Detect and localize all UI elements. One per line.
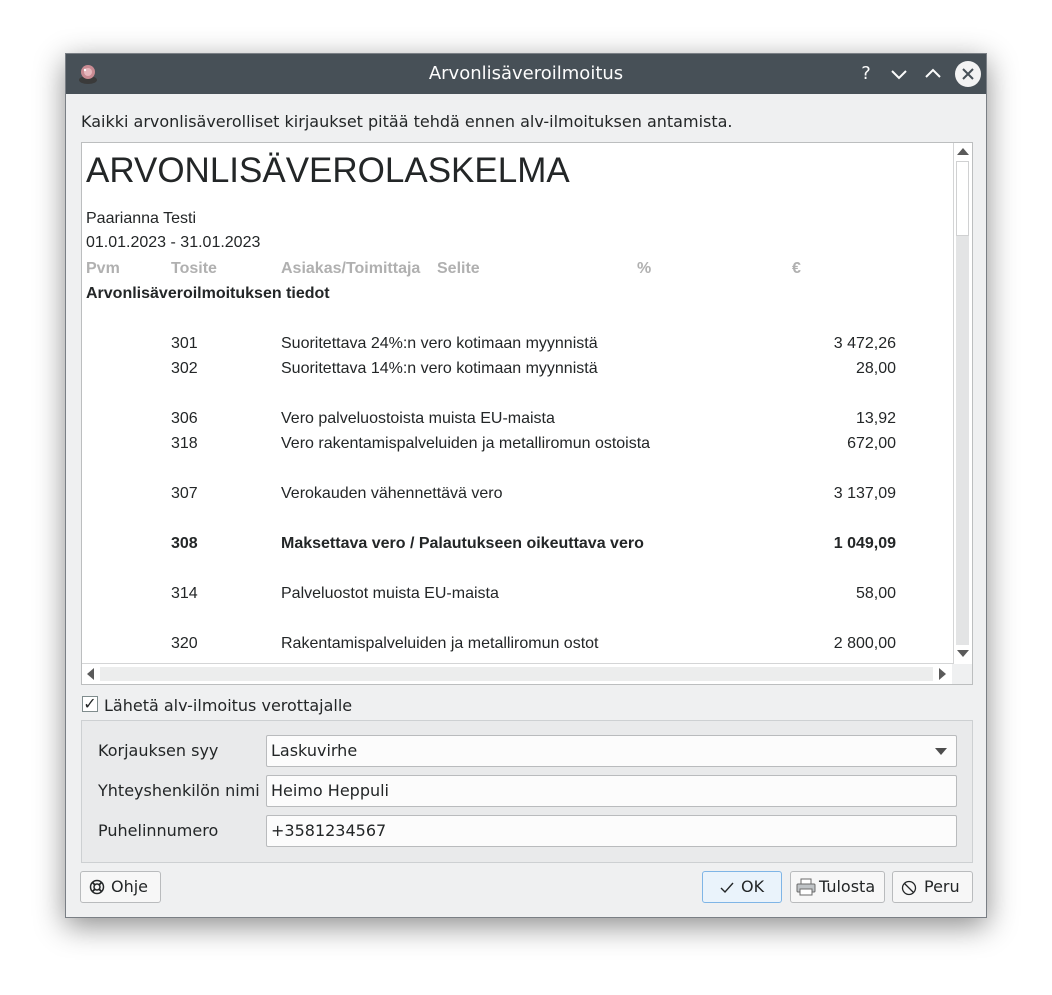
- checkmark-icon: [720, 882, 734, 894]
- report-row: 302 Suoritettava 14%:n vero kotimaan myy…: [82, 360, 912, 382]
- report-row: 306 Vero palveluostoista muista EU-maist…: [82, 410, 912, 432]
- row-description: Suoritettava 14%:n vero kotimaan myynnis…: [281, 360, 598, 377]
- dropdown-arrow-icon[interactable]: [935, 748, 947, 755]
- cancel-button[interactable]: Peru: [892, 871, 973, 903]
- row-amount: 3 472,26: [833, 335, 896, 352]
- row-code: 320: [171, 635, 198, 652]
- phone-input[interactable]: +3581234567: [266, 815, 957, 847]
- row-amount: 28,00: [855, 360, 896, 377]
- row-code: 301: [171, 335, 198, 352]
- submission-details-group: Korjauksen syy Laskuvirhe Yhteyshenkilön…: [81, 720, 973, 863]
- row-code: 306: [171, 410, 198, 427]
- row-description: Vero rakentamispalveluiden ja metallirom…: [281, 435, 651, 452]
- column-header-description: Selite: [437, 260, 480, 277]
- report-view[interactable]: ARVONLISÄVEROLASKELMA Paarianna Testi 01…: [81, 142, 973, 685]
- correction-reason-value: Laskuvirhe: [271, 741, 358, 760]
- cancel-icon: [901, 880, 917, 896]
- row-description: Palveluostot muista EU-maista: [281, 585, 499, 602]
- row-description: Verokauden vähennettävä vero: [281, 485, 503, 502]
- row-description: Rakentamispalveluiden ja metalliromun os…: [281, 635, 599, 652]
- vertical-scrollbar[interactable]: [953, 143, 972, 665]
- report-row: 320 Rakentamispalveluiden ja metalliromu…: [82, 635, 912, 657]
- row-code: 314: [171, 585, 198, 602]
- ok-button[interactable]: OK: [702, 871, 782, 903]
- column-header-percent: %: [637, 260, 652, 277]
- window-title: Arvonlisäveroilmoitus: [428, 63, 624, 84]
- scroll-down-arrow-icon[interactable]: [957, 650, 969, 657]
- correction-reason-select[interactable]: Laskuvirhe: [266, 735, 957, 767]
- row-amount: 13,92: [855, 410, 896, 427]
- ok-button-label: OK: [741, 877, 765, 896]
- row-amount: 672,00: [847, 435, 896, 452]
- alv-dialog: Arvonlisäveroilmoitus ? Kaikki arvonlisä…: [65, 53, 987, 918]
- help-button-label: Ohje: [111, 877, 149, 896]
- scroll-up-arrow-icon[interactable]: [957, 148, 969, 155]
- phone-label: Puhelinnumero: [98, 821, 219, 840]
- close-button[interactable]: [955, 61, 981, 87]
- printer-icon: [796, 878, 816, 896]
- column-header-euro: €: [792, 260, 801, 277]
- company-name: Paarianna Testi: [86, 210, 196, 227]
- print-button[interactable]: Tulosta: [790, 871, 885, 903]
- scroll-corner: [952, 664, 972, 684]
- row-description: Suoritettava 24%:n vero kotimaan myynnis…: [281, 335, 598, 352]
- report-row: 301 Suoritettava 24%:n vero kotimaan myy…: [82, 335, 912, 357]
- send-checkbox[interactable]: ✓: [82, 696, 98, 712]
- row-description: Vero palveluostoista muista EU-maista: [281, 410, 555, 427]
- column-header-partner: Asiakas/Toimittaja: [281, 260, 421, 277]
- maximize-button[interactable]: [921, 62, 945, 86]
- help-button[interactable]: Ohje: [80, 871, 161, 903]
- row-amount: 1 049,09: [833, 535, 896, 552]
- send-checkbox-label[interactable]: Lähetä alv-ilmoitus verottajalle: [104, 696, 352, 715]
- correction-reason-label: Korjauksen syy: [98, 741, 219, 760]
- row-code: 308: [171, 535, 198, 552]
- row-description: Maksettava vero / Palautukseen oikeuttav…: [281, 535, 644, 552]
- help-title-button[interactable]: ?: [854, 62, 878, 86]
- print-button-label: Tulosta: [819, 877, 876, 896]
- chevron-down-icon: [891, 70, 907, 80]
- scroll-left-arrow-icon[interactable]: [87, 668, 94, 680]
- scroll-thumb[interactable]: [956, 161, 969, 236]
- report-row: 318 Vero rakentamispalveluiden ja metall…: [82, 435, 912, 457]
- column-header-voucher: Tosite: [171, 260, 217, 277]
- report-row: 314 Palveluostot muista EU-maista 58,00: [82, 585, 912, 607]
- report-heading: ARVONLISÄVEROLASKELMA: [86, 151, 570, 190]
- report-row-total: 308 Maksettava vero / Palautukseen oikeu…: [82, 535, 912, 557]
- chevron-up-icon: [925, 68, 941, 78]
- close-icon: [962, 68, 974, 80]
- horizontal-scroll-thumb[interactable]: [100, 667, 933, 681]
- lifebuoy-icon: [89, 879, 105, 895]
- scroll-right-arrow-icon[interactable]: [939, 668, 946, 680]
- title-bar[interactable]: Arvonlisäveroilmoitus ?: [66, 54, 986, 94]
- row-amount: 58,00: [855, 585, 896, 602]
- contact-name-label: Yhteyshenkilön nimi: [98, 781, 260, 800]
- row-amount: 2 800,00: [833, 635, 896, 652]
- horizontal-scrollbar[interactable]: [82, 663, 954, 684]
- minimize-button[interactable]: [887, 62, 911, 86]
- row-code: 307: [171, 485, 198, 502]
- row-amount: 3 137,09: [833, 485, 896, 502]
- row-code: 302: [171, 360, 198, 377]
- intro-text: Kaikki arvonlisäverolliset kirjaukset pi…: [81, 112, 733, 131]
- column-header-date: Pvm: [86, 260, 120, 277]
- report-row: 307 Verokauden vähennettävä vero 3 137,0…: [82, 485, 912, 507]
- report-period: 01.01.2023 - 31.01.2023: [86, 234, 261, 251]
- contact-name-input[interactable]: Heimo Heppuli: [266, 775, 957, 807]
- section-title: Arvonlisäveroilmoituksen tiedot: [86, 285, 330, 302]
- row-code: 318: [171, 435, 198, 452]
- cancel-button-label: Peru: [924, 877, 960, 896]
